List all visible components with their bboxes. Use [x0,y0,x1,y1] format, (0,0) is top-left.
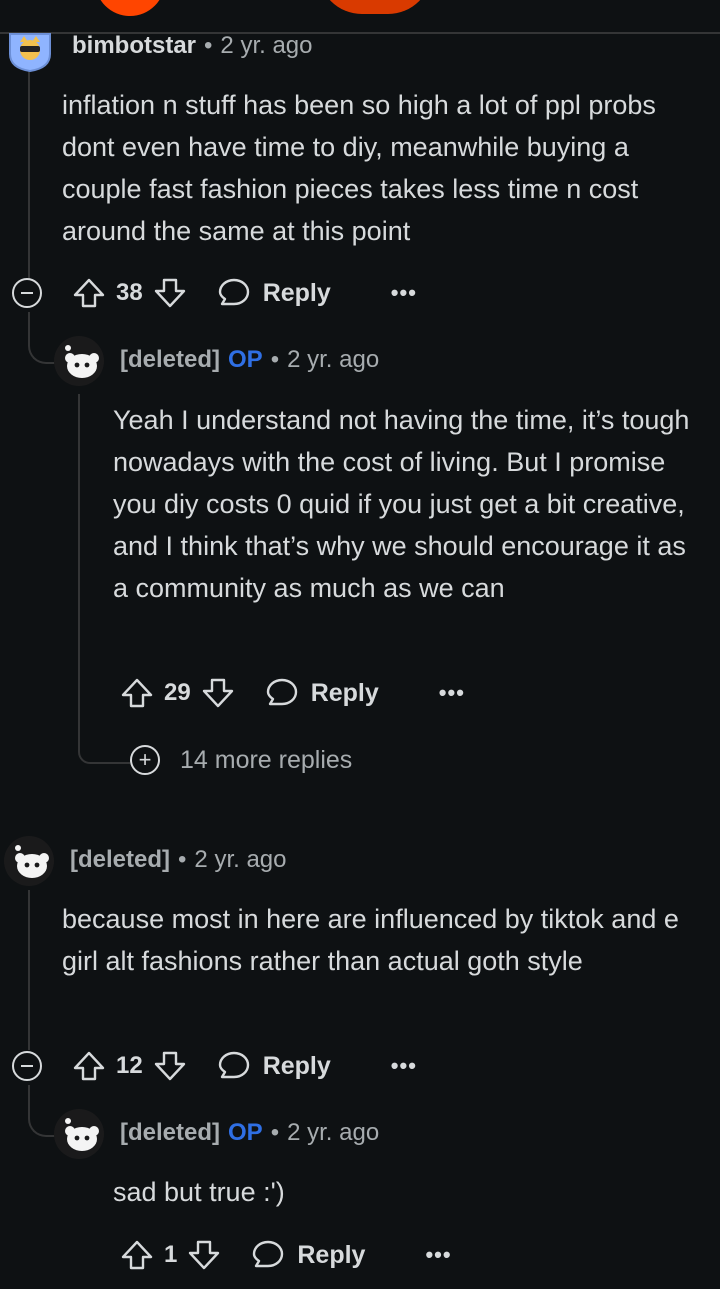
thread-connector [28,312,56,364]
reply-button[interactable]: Reply [217,1049,331,1083]
reply-actions: 29 Reply ••• [120,673,465,713]
comment-body: inflation n stuff has been so high a lot… [62,90,656,246]
downvote-icon[interactable] [187,1238,221,1272]
comment-actions: 12 Reply ••• [12,1046,417,1086]
downvote-icon[interactable] [153,1049,187,1083]
overflow-menu-button[interactable]: ••• [391,280,417,306]
upvote-icon[interactable] [72,276,106,310]
reply-header: [deleted] OP • 2 yr. ago [120,1119,379,1147]
downvote-icon[interactable] [153,276,187,310]
comment-bubble-icon [218,1051,249,1079]
reply-label: Reply [262,278,331,307]
overflow-menu-button[interactable]: ••• [391,1053,417,1079]
comment-actions: 38 Reply ••• [12,273,417,313]
op-badge: OP [228,346,263,373]
comment-bubble-icon [266,678,297,706]
reply-button[interactable]: Reply [251,1238,365,1272]
top-partial-button[interactable] [318,0,432,14]
snoo-avatar-icon[interactable] [4,836,54,886]
collapse-icon[interactable] [12,1051,42,1081]
downvote-icon[interactable] [201,676,235,710]
comment-body: because most in here are influenced by t… [62,904,679,976]
thread-line [28,890,30,1050]
expand-icon[interactable]: + [130,745,160,775]
reply-button[interactable]: Reply [217,276,331,310]
top-partial-logo [95,0,165,16]
separator-dot: • [178,846,187,873]
more-replies-link[interactable]: + 14 more replies [130,745,352,775]
overflow-menu-button[interactable]: ••• [425,1242,451,1268]
comment-bubble-icon [218,278,249,306]
timestamp[interactable]: 2 yr. ago [287,1119,379,1147]
snoo-avatar-icon[interactable] [54,336,104,386]
comment-header: bimbotstar • 2 yr. ago [72,32,312,60]
reply-header: [deleted] OP • 2 yr. ago [120,346,379,374]
thread-connector [78,724,130,764]
reply-body: sad but true :') [113,1177,285,1207]
thread-line [28,70,30,280]
upvote-icon[interactable] [120,676,154,710]
reply-label: Reply [310,678,379,707]
reply-label: Reply [262,1051,331,1080]
snoo-avatar-icon[interactable] [54,1109,104,1159]
more-replies-label[interactable]: 14 more replies [180,746,352,775]
thread-line [78,394,80,734]
author-name[interactable]: [deleted] [70,846,170,874]
comment-bubble-icon [253,1240,284,1268]
author-name[interactable]: [deleted] [120,346,220,374]
op-badge: OP [228,1119,263,1146]
overflow-menu-button[interactable]: ••• [439,680,465,706]
reply-actions: 1 Reply ••• [120,1235,452,1275]
separator-dot: • [270,1119,280,1146]
reply-body: Yeah I understand not having the time, i… [113,405,690,603]
separator-dot: • [270,346,280,373]
vote-count: 29 [164,679,191,706]
upvote-icon[interactable] [72,1049,106,1083]
upvote-icon[interactable] [120,1238,154,1272]
author-name[interactable]: [deleted] [120,1119,220,1147]
collapse-icon[interactable] [12,278,42,308]
vote-count: 1 [164,1241,178,1268]
timestamp[interactable]: 2 yr. ago [220,32,312,60]
timestamp[interactable]: 2 yr. ago [194,846,286,874]
author-name[interactable]: bimbotstar [72,32,196,60]
thread-connector [28,1085,56,1137]
comment-header: [deleted] • 2 yr. ago [70,846,286,874]
vote-count: 12 [116,1052,143,1079]
reply-button[interactable]: Reply [265,676,379,710]
vote-count: 38 [116,279,143,306]
timestamp[interactable]: 2 yr. ago [287,346,379,374]
separator-dot: • [204,32,213,59]
reply-label: Reply [297,1240,366,1269]
user-avatar-icon[interactable] [8,32,52,73]
